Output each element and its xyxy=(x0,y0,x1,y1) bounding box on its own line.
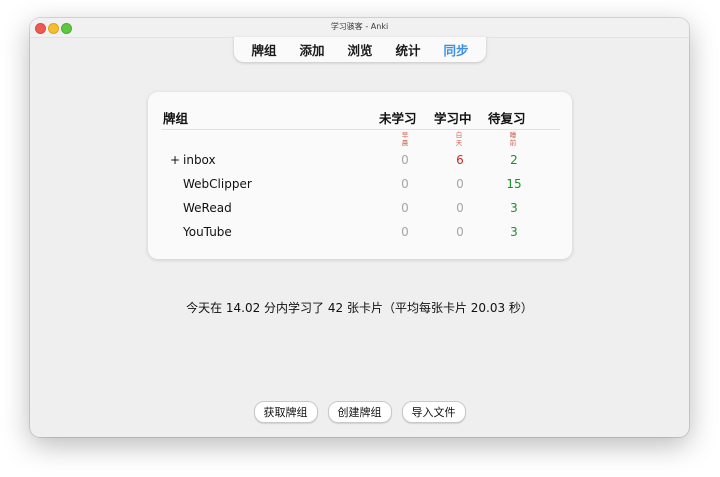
new-count: 0 xyxy=(401,225,409,239)
header-new: 未学习 xyxy=(379,111,417,126)
subheader-due: 睡前 xyxy=(509,131,517,147)
study-summary: 今天在 14.02 分内学习了 42 张卡片（平均每张卡片 20.03 秒） xyxy=(186,301,533,315)
deck-name[interactable]: WeRead xyxy=(183,201,232,215)
create-deck-button[interactable]: 创建牌组 xyxy=(327,401,392,423)
anki-window: 学习骇客 - Anki 牌组 添加 浏览 统计 同步 牌组 未学习 学习中 待复… xyxy=(30,18,689,437)
deck-name[interactable]: WebClipper xyxy=(183,177,252,191)
new-count: 0 xyxy=(401,177,409,191)
new-count: 0 xyxy=(401,153,409,167)
deck-row-weread: WeRead 0 0 3 xyxy=(148,199,572,219)
toolbar-sync[interactable]: 同步 xyxy=(443,40,468,59)
deck-row-youtube: YouTube 0 0 3 xyxy=(148,223,572,243)
learning-count: 6 xyxy=(456,153,464,167)
header-learning: 学习中 xyxy=(434,111,472,126)
bottom-button-bar: 获取牌组 创建牌组 导入文件 xyxy=(30,401,689,423)
toolbar-browse[interactable]: 浏览 xyxy=(347,40,372,59)
due-count: 3 xyxy=(510,225,518,239)
header-deck: 牌组 xyxy=(163,111,189,126)
title-bar: 学习骇客 - Anki xyxy=(30,18,689,38)
window-title: 学习骇客 - Anki xyxy=(330,22,389,31)
due-count: 2 xyxy=(510,153,518,167)
learning-count: 0 xyxy=(456,177,464,191)
header-divider xyxy=(162,129,560,130)
toolbar-add[interactable]: 添加 xyxy=(299,40,324,59)
deck-row-webclipper: WebClipper 0 0 15 xyxy=(148,175,572,195)
subheader-new: 早晨 xyxy=(401,131,409,147)
due-count: 3 xyxy=(510,201,518,215)
due-count: 15 xyxy=(506,177,522,191)
get-shared-decks-button[interactable]: 获取牌组 xyxy=(253,401,318,423)
toolbar-decks[interactable]: 牌组 xyxy=(251,40,276,59)
deck-name[interactable]: inbox xyxy=(183,153,216,167)
new-count: 0 xyxy=(401,201,409,215)
deck-list-card: 牌组 未学习 学习中 待复习 早晨 白天 睡前 + inbox 0 6 2 We… xyxy=(148,92,572,259)
toolbar-stats[interactable]: 统计 xyxy=(395,40,420,59)
import-file-button[interactable]: 导入文件 xyxy=(401,401,466,423)
subheader-learning: 白天 xyxy=(455,131,463,147)
main-toolbar: 牌组 添加 浏览 统计 同步 xyxy=(234,37,486,62)
deck-row-inbox: + inbox 0 6 2 xyxy=(148,151,572,171)
header-due: 待复习 xyxy=(488,111,526,126)
learning-count: 0 xyxy=(456,201,464,215)
expand-collapse-button[interactable]: + xyxy=(170,153,180,167)
deck-name[interactable]: YouTube xyxy=(183,225,232,239)
learning-count: 0 xyxy=(456,225,464,239)
